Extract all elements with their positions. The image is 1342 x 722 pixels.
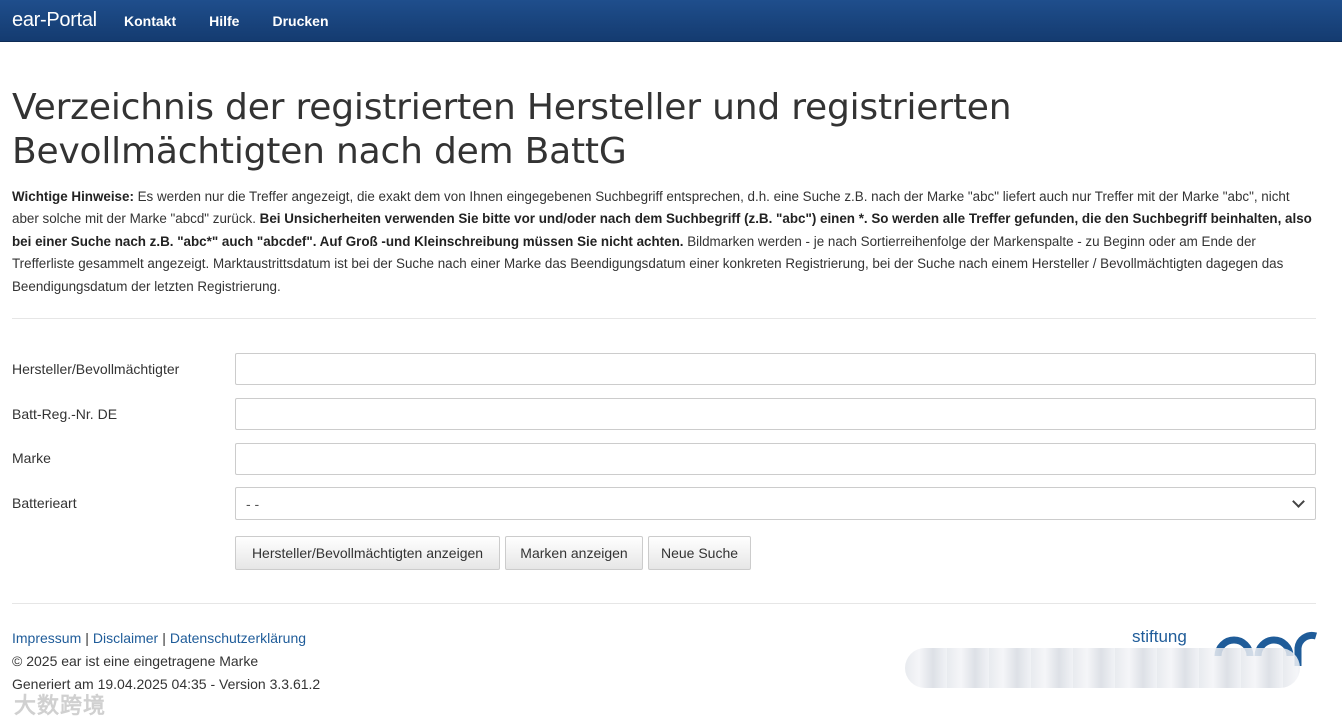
brand-link[interactable]: ear-Portal <box>0 9 124 32</box>
show-manufacturers-button[interactable]: Hersteller/Bevollmächtigten anzeigen <box>235 536 500 570</box>
divider-bottom <box>12 603 1316 604</box>
notice-label: Wichtige Hinweise: <box>12 189 134 204</box>
footer-links: Impressum | Disclaimer | Datenschutzerklärun… <box>12 630 306 646</box>
privacy-link[interactable]: Datenschutzerklärung <box>170 630 306 646</box>
impressum-link[interactable]: Impressum <box>12 630 81 646</box>
manufacturer-label: Hersteller/Bevollmächtigter <box>12 361 180 377</box>
battery-type-label: Batterieart <box>12 495 77 511</box>
footer-separator: | <box>85 630 89 646</box>
brand-input[interactable] <box>235 443 1316 475</box>
battery-type-selected-value: - - <box>246 495 260 512</box>
trademark-notice: © 2025 ear ist eine eingetragene Marke <box>12 653 259 669</box>
divider-top <box>12 318 1316 319</box>
stiftung-logo-text: stiftung <box>1132 627 1187 646</box>
regnr-input[interactable] <box>235 398 1316 430</box>
disclaimer-link[interactable]: Disclaimer <box>93 630 158 646</box>
footer-separator: | <box>162 630 166 646</box>
blurred-area <box>905 648 1300 688</box>
show-brands-button[interactable]: Marken anzeigen <box>505 536 643 570</box>
nav-link-kontakt[interactable]: Kontakt <box>124 13 176 29</box>
brand-label: Marke <box>12 450 51 466</box>
nav-link-hilfe[interactable]: Hilfe <box>209 13 239 29</box>
regnr-label: Batt-Reg.-Nr. DE <box>12 406 118 422</box>
new-search-button[interactable]: Neue Suche <box>648 536 751 570</box>
important-notice: Wichtige Hinweise: Es werden nur die Tre… <box>12 186 1312 298</box>
battery-type-select[interactable]: - - <box>235 487 1316 520</box>
top-navbar: ear-Portal Kontakt Hilfe Drucken <box>0 0 1342 42</box>
nav-link-drucken[interactable]: Drucken <box>272 13 328 29</box>
watermark-text: 大数跨境 <box>14 693 107 718</box>
page-title: Verzeichnis der registrierten Hersteller… <box>12 87 1012 172</box>
manufacturer-input[interactable] <box>235 353 1316 385</box>
chevron-down-icon <box>1292 494 1305 508</box>
